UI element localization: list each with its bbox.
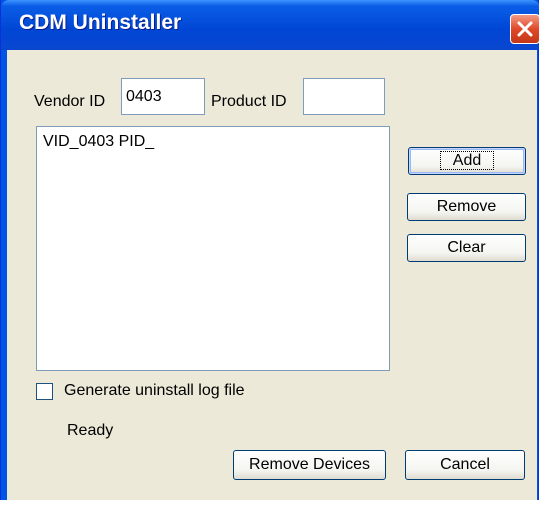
device-listbox[interactable]: VID_0403 PID_ [36,126,390,371]
close-button[interactable] [510,14,539,44]
clear-button[interactable]: Clear [407,234,526,262]
remove-button[interactable]: Remove [407,193,526,221]
add-button[interactable]: Add [408,147,526,175]
product-id-label: Product ID [211,93,287,110]
close-icon [517,21,533,37]
dialog-client: Vendor ID Product ID VID_0403 PID_ Add R… [7,50,537,502]
desktop-edge [0,500,539,506]
vendor-id-label: Vendor ID [34,93,106,110]
remove-devices-button[interactable]: Remove Devices [233,450,386,480]
status-text: Ready [67,422,114,439]
vendor-id-input[interactable] [121,78,205,115]
log-checkbox[interactable] [36,383,53,400]
log-checkbox-label: Generate uninstall log file [64,382,245,399]
dialog-window: CDM Uninstaller Vendor ID Product ID VID… [0,0,539,506]
cancel-button[interactable]: Cancel [405,450,525,480]
window-title: CDM Uninstaller [19,11,182,34]
product-id-input[interactable] [303,78,385,115]
add-button-label: Add [439,151,495,170]
list-item[interactable]: VID_0403 PID_ [43,133,154,151]
title-bar[interactable]: CDM Uninstaller [1,0,539,50]
